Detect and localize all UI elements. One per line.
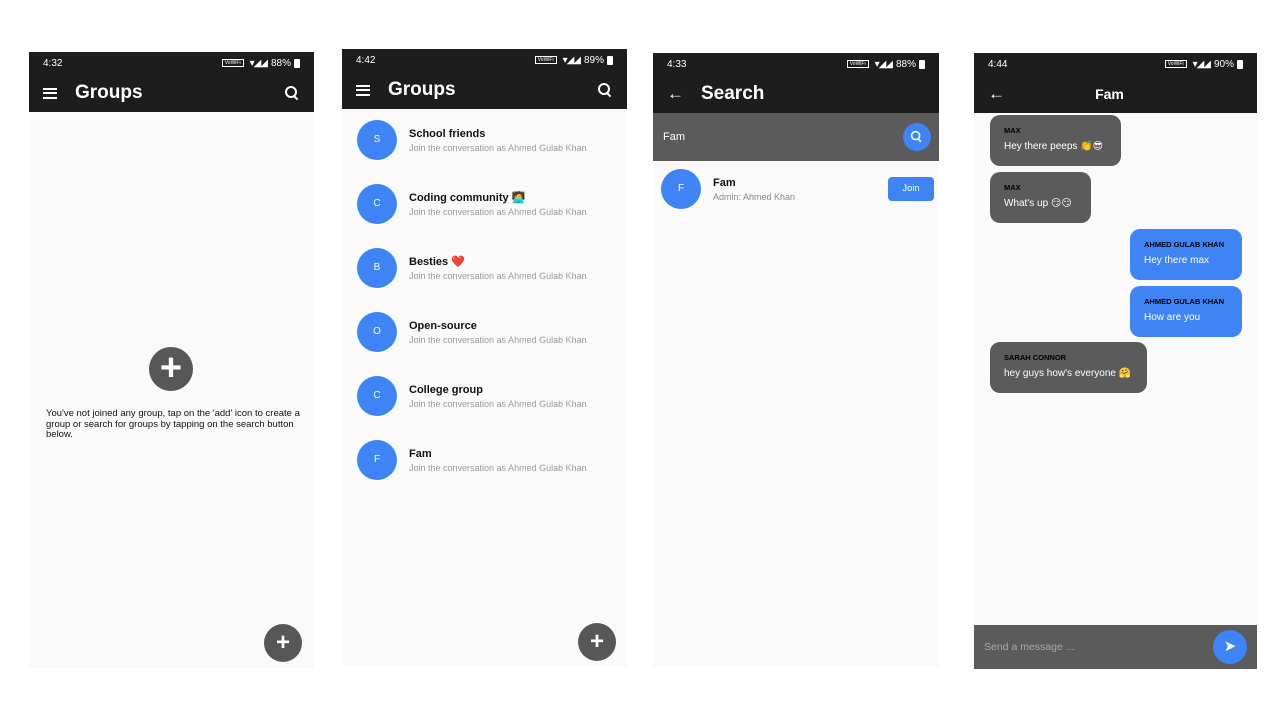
search-button[interactable] <box>903 123 931 151</box>
group-name: School friends <box>409 127 486 140</box>
add-group-button[interactable]: + <box>578 623 616 661</box>
status-bar: 4:33 VoWiFi ▾◢◢ 88% <box>653 53 939 75</box>
message-sender: AHMED GULAB KHAN <box>1144 297 1224 306</box>
search-input[interactable]: Fam <box>663 131 903 143</box>
vowifi-badge: VoWiFi <box>846 60 869 68</box>
signal-icon: ▾◢◢ <box>249 57 268 69</box>
message-bubble: MAX Hey there peeps 👏😎 <box>990 115 1121 166</box>
search-icon <box>910 130 923 143</box>
screen-groups-list: 4:42 VoWiFi ▾◢◢ 89% Groups S School frie… <box>342 49 627 667</box>
search-result-item[interactable]: F Fam Admin: Ahmed Khan Join <box>653 161 939 217</box>
status-bar: 4:44 VoWiFi ▾◢◢ 90% <box>974 53 1257 75</box>
compose-bar: Send a message ... ➤ <box>974 625 1257 669</box>
vowifi-badge: VoWiFi <box>221 59 244 67</box>
group-avatar: F <box>357 440 397 480</box>
group-subtitle: Join the conversation as Ahmed Gulab Kha… <box>409 398 587 409</box>
group-list-item[interactable]: C Coding community 🧑‍💻 Join the conversa… <box>342 172 627 236</box>
group-list-item[interactable]: S School friends Join the conversation a… <box>342 108 627 172</box>
group-list-item[interactable]: F Fam Join the conversation as Ahmed Gul… <box>342 428 627 492</box>
battery-icon <box>294 58 300 68</box>
battery-level: 90% <box>1213 58 1234 70</box>
battery-icon <box>607 55 613 65</box>
message-bubble: AHMED GULAB KHAN Hey there max <box>1130 229 1242 280</box>
message-text: Hey there max <box>1144 255 1210 266</box>
screen-groups-empty: 4:32 VoWiFi ▾◢◢ 88% Groups + You've not … <box>29 52 314 668</box>
group-subtitle: Join the conversation as Ahmed Gulab Kha… <box>409 334 587 345</box>
screen-chat: 4:44 VoWiFi ▾◢◢ 90% ← Fam MAX Hey there … <box>974 53 1257 669</box>
group-subtitle: Join the conversation as Ahmed Gulab Kha… <box>409 462 587 473</box>
add-group-button[interactable]: + <box>264 624 302 662</box>
search-bar: Fam <box>653 113 939 161</box>
app-bar: ← Fam <box>974 75 1257 113</box>
message-text: What's up 😏😏 <box>1004 198 1072 209</box>
page-title: Search <box>701 83 765 104</box>
message-bubble: SARAH CONNOR hey guys how's everyone 🤗 <box>990 342 1147 393</box>
group-avatar: O <box>357 312 397 352</box>
message-sender: SARAH CONNOR <box>1004 353 1067 362</box>
group-subtitle: Join the conversation as Ahmed Gulab Kha… <box>409 142 587 153</box>
message-sender: MAX <box>1004 126 1021 135</box>
status-time: 4:44 <box>988 58 1008 70</box>
message-bubble: AHMED GULAB KHAN How are you <box>1130 286 1242 337</box>
group-list-item[interactable]: B Besties ❤️ Join the conversation as Ah… <box>342 236 627 300</box>
group-admin: Admin: Ahmed Khan <box>713 191 796 202</box>
battery-icon <box>1237 59 1243 69</box>
group-avatar: C <box>357 376 397 416</box>
signal-icon: ▾◢◢ <box>562 54 581 66</box>
add-group-icon[interactable]: + <box>149 347 193 391</box>
message-text: hey guys how's everyone 🤗 <box>1004 368 1132 379</box>
message-sender: MAX <box>1004 183 1021 192</box>
battery-level: 88% <box>270 57 291 69</box>
battery-level: 89% <box>583 54 604 66</box>
group-list-item[interactable]: C College group Join the conversation as… <box>342 364 627 428</box>
message-sender: AHMED GULAB KHAN <box>1144 240 1224 249</box>
join-button[interactable]: Join <box>888 177 934 201</box>
page-title: Groups <box>388 79 456 100</box>
status-bar: 4:42 VoWiFi ▾◢◢ 89% <box>342 49 627 71</box>
group-name: Fam <box>409 447 432 460</box>
vowifi-badge: VoWiFi <box>534 56 557 64</box>
status-bar: 4:32 VoWiFi ▾◢◢ 88% <box>29 52 314 74</box>
back-arrow-icon[interactable]: ← <box>667 84 684 104</box>
group-avatar: B <box>357 248 397 288</box>
page-title: Fam <box>1095 86 1124 102</box>
group-name: Besties ❤️ <box>409 256 465 268</box>
group-subtitle: Join the conversation as Ahmed Gulab Kha… <box>409 271 587 281</box>
group-avatar: F <box>661 169 701 209</box>
search-icon[interactable] <box>284 85 300 101</box>
message-bubble: MAX What's up 😏😏 <box>990 172 1091 223</box>
menu-icon[interactable] <box>43 87 57 99</box>
group-list-item[interactable]: O Open-source Join the conversation as A… <box>342 300 627 364</box>
status-time: 4:32 <box>43 57 63 69</box>
app-bar: ← Search <box>653 75 939 113</box>
screen-search: 4:33 VoWiFi ▾◢◢ 88% ← Search Fam F Fam A… <box>653 53 939 667</box>
menu-icon[interactable] <box>356 84 370 96</box>
page-title: Groups <box>75 82 143 103</box>
group-name: Coding community 🧑‍💻 <box>409 192 526 204</box>
group-name: Fam <box>713 176 736 189</box>
message-input[interactable]: Send a message ... <box>984 641 1213 653</box>
message-text: How are you <box>1144 312 1201 323</box>
group-avatar: C <box>357 184 397 224</box>
status-time: 4:42 <box>356 54 376 66</box>
empty-state-message: You've not joined any group, tap on the … <box>46 408 300 440</box>
battery-icon <box>919 59 925 69</box>
signal-icon: ▾◢◢ <box>1192 58 1211 70</box>
app-bar: Groups <box>342 71 627 109</box>
signal-icon: ▾◢◢ <box>874 58 893 70</box>
message-text: Hey there peeps 👏😎 <box>1004 141 1104 152</box>
back-arrow-icon[interactable]: ← <box>988 84 1005 104</box>
search-icon[interactable] <box>597 82 613 98</box>
app-bar: Groups <box>29 74 314 112</box>
group-name: College group <box>409 383 483 396</box>
group-name: Open-source <box>409 319 477 332</box>
group-subtitle: Join the conversation as Ahmed Gulab Kha… <box>409 207 587 217</box>
battery-level: 88% <box>895 58 916 70</box>
group-avatar: S <box>357 120 397 160</box>
status-time: 4:33 <box>667 58 687 70</box>
send-icon[interactable]: ➤ <box>1213 630 1247 664</box>
vowifi-badge: VoWiFi <box>1164 60 1187 68</box>
